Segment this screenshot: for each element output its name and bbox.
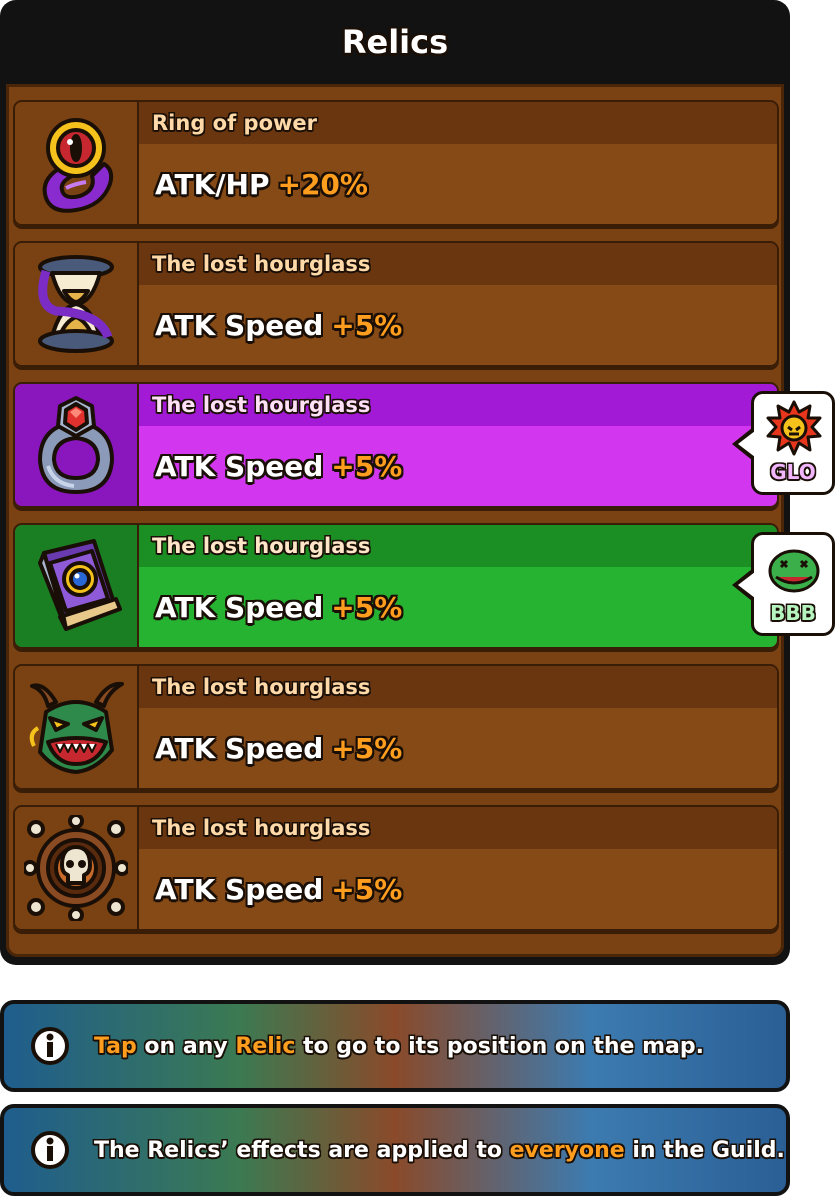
relic-row-dragon-mask[interactable]: The lost hourglass ATK Speed +5% — [13, 664, 779, 790]
gem-ring-icon — [15, 384, 139, 506]
info-segment: to go to its position on the map. — [295, 1033, 704, 1059]
relic-name: The lost hourglass — [139, 525, 777, 567]
guild-tag: BBB — [770, 601, 816, 625]
info-segment: in the Guild. — [624, 1137, 785, 1163]
relic-stat: ATK Speed — [155, 731, 324, 765]
relic-bonus: +5% — [331, 590, 403, 624]
info-text: Tap on any Relic to go to its position o… — [94, 1034, 704, 1059]
hourglass-icon — [15, 243, 139, 365]
relic-stat: ATK Speed — [155, 590, 324, 624]
frog-face-icon — [766, 541, 822, 597]
relic-effect: ATK Speed +5% — [139, 285, 777, 365]
relic-effect: ATK Speed +5% — [139, 849, 777, 929]
relic-stat: ATK Speed — [155, 872, 324, 906]
ring-icon — [15, 102, 139, 224]
info-bar-tap-hint: Tap on any Relic to go to its position o… — [0, 1000, 790, 1092]
relic-row-gem-ring[interactable]: The lost hourglass ATK Speed +5% — [13, 382, 779, 508]
info-icon — [31, 1131, 69, 1169]
spellbook-icon — [15, 525, 139, 647]
relic-name: Ring of power — [139, 102, 777, 144]
info-segment: The Relics’ effects are applied to — [94, 1137, 510, 1163]
relic-effect: ATK Speed +5% — [139, 426, 777, 506]
relic-name: The lost hourglass — [139, 807, 777, 849]
skull-wheel-icon — [15, 807, 139, 929]
panel-title: Relics — [341, 23, 449, 61]
relic-row-hourglass[interactable]: The lost hourglass ATK Speed +5% — [13, 241, 779, 367]
relic-bonus: +5% — [331, 872, 403, 906]
relic-name: The lost hourglass — [139, 666, 777, 708]
spiky-emblem-icon — [766, 400, 822, 456]
relic-effect: ATK Speed +5% — [139, 567, 777, 647]
relic-name: The lost hourglass — [139, 243, 777, 285]
relic-bonus: +5% — [331, 308, 403, 342]
relic-bonus: +5% — [331, 731, 403, 765]
relic-name: The lost hourglass — [139, 384, 777, 426]
relic-effect: ATK Speed +5% — [139, 708, 777, 788]
relic-stat: ATK/HP — [155, 167, 270, 201]
info-bar-guild-effects: The Relics’ effects are applied to every… — [0, 1104, 790, 1196]
dragon-mask-icon — [15, 666, 139, 788]
relic-effect: ATK/HP +20% — [139, 144, 777, 224]
info-text: The Relics’ effects are applied to every… — [94, 1138, 785, 1163]
info-segment: on any — [136, 1033, 236, 1059]
relic-row-spellbook[interactable]: The lost hourglass ATK Speed +5% — [13, 523, 779, 649]
info-highlight: Relic — [235, 1033, 296, 1059]
relic-row-skull-wheel[interactable]: The lost hourglass ATK Speed +5% — [13, 805, 779, 931]
owner-badge-bbb[interactable]: BBB — [732, 532, 835, 636]
guild-tag: GLO — [770, 460, 816, 484]
info-highlight: everyone — [509, 1137, 625, 1163]
relic-stat: ATK Speed — [155, 308, 324, 342]
relic-bonus: +20% — [277, 167, 368, 201]
info-highlight: Tap — [94, 1033, 137, 1059]
relic-stat: ATK Speed — [155, 449, 324, 483]
owner-badge-glo[interactable]: GLO — [732, 391, 835, 495]
relic-bonus: +5% — [331, 449, 403, 483]
info-icon — [31, 1027, 69, 1065]
relic-row-ring-of-power[interactable]: Ring of power ATK/HP +20% — [13, 100, 779, 226]
